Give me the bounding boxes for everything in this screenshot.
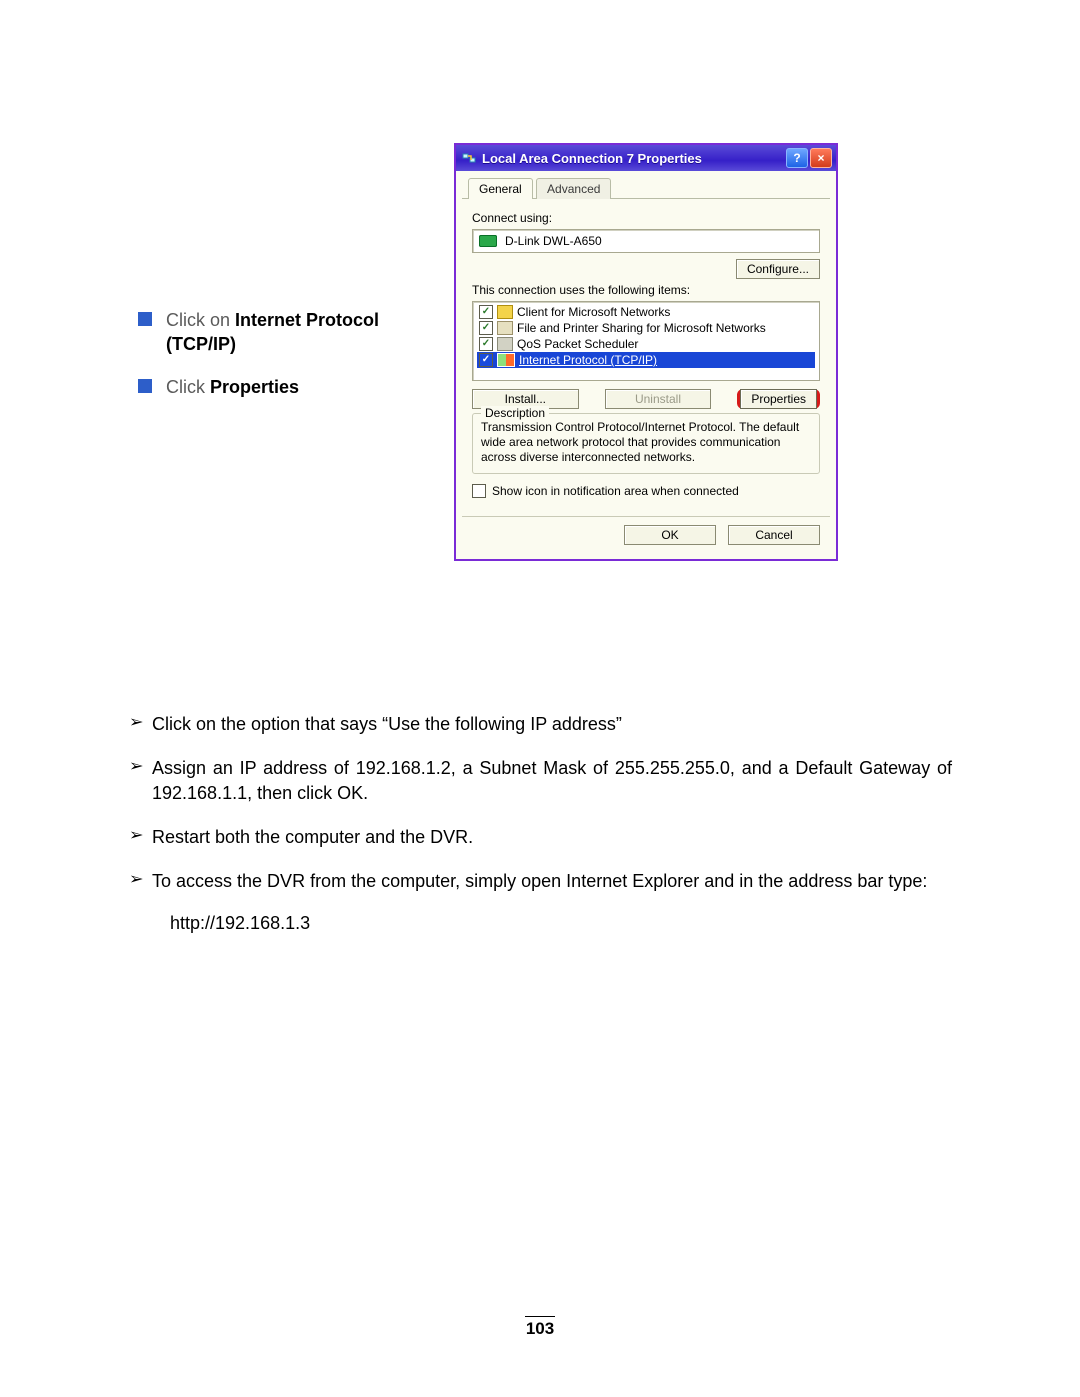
left-bullet: Click Properties [138, 375, 438, 399]
page-footer: 103 [0, 1316, 1080, 1339]
bullet-text: Click on Internet Protocol (TCP/IP) [166, 308, 438, 357]
properties-highlight: Properties [737, 389, 820, 409]
properties-dialog: Local Area Connection 7 Properties ? × G… [454, 143, 838, 561]
description-legend: Description [481, 406, 549, 420]
tab-advanced[interactable]: Advanced [536, 178, 611, 199]
dialog-title: Local Area Connection 7 Properties [482, 151, 784, 166]
tcpip-icon [497, 353, 515, 367]
description-group: Description Transmission Control Protoco… [472, 413, 820, 474]
show-icon-label: Show icon in notification area when conn… [492, 484, 739, 498]
left-bullet: Click on Internet Protocol (TCP/IP) [138, 308, 438, 357]
dialog-footer: OK Cancel [462, 516, 830, 553]
ok-button[interactable]: OK [624, 525, 716, 545]
help-button[interactable]: ? [786, 148, 808, 168]
bullet-square-icon [138, 312, 152, 326]
arrow-icon: ➢ [129, 756, 153, 778]
arrow-icon: ➢ [129, 712, 153, 734]
page-number: 103 [0, 1319, 1080, 1339]
qos-icon [497, 337, 513, 351]
arrow-icon: ➢ [129, 869, 153, 891]
body-instruction-list: ➢ Click on the option that says “Use the… [130, 712, 952, 934]
items-listbox[interactable]: Client for Microsoft Networks File and P… [472, 301, 820, 381]
instruction-text: Restart both the computer and the DVR. [152, 825, 473, 849]
bullet-text: Click Properties [166, 375, 299, 399]
cancel-button[interactable]: Cancel [728, 525, 820, 545]
nic-icon [479, 235, 497, 247]
instruction-text: Assign an IP address of 192.168.1.2, a S… [152, 756, 952, 805]
list-item-label: QoS Packet Scheduler [517, 337, 638, 351]
list-item-label: Client for Microsoft Networks [517, 305, 670, 319]
close-button[interactable]: × [810, 148, 832, 168]
list-item-label: Internet Protocol (TCP/IP) [519, 353, 657, 367]
network-icon [462, 151, 476, 165]
description-text: Transmission Control Protocol/Internet P… [481, 420, 811, 465]
url-line: http://192.168.1.3 [170, 913, 952, 934]
bullet-square-icon [138, 379, 152, 393]
instruction-text: To access the DVR from the computer, sim… [152, 869, 927, 893]
list-item[interactable]: Client for Microsoft Networks [477, 304, 815, 320]
checkbox-icon[interactable] [479, 321, 493, 335]
configure-button[interactable]: Configure... [736, 259, 820, 279]
instruction-text: Click on the option that says “Use the f… [152, 712, 622, 736]
list-item-selected[interactable]: Internet Protocol (TCP/IP) [477, 352, 815, 368]
left-instruction-column: Click on Internet Protocol (TCP/IP) Clic… [138, 308, 438, 417]
checkbox-icon[interactable] [479, 305, 493, 319]
dialog-titlebar[interactable]: Local Area Connection 7 Properties ? × [456, 145, 836, 171]
tab-general[interactable]: General [468, 178, 533, 199]
list-item[interactable]: QoS Packet Scheduler [477, 336, 815, 352]
instruction-item: ➢ Assign an IP address of 192.168.1.2, a… [130, 756, 952, 805]
adapter-field[interactable]: D-Link DWL-A650 [472, 229, 820, 253]
checkbox-icon[interactable] [472, 484, 486, 498]
checkbox-icon[interactable] [479, 337, 493, 351]
share-icon [497, 321, 513, 335]
uninstall-button: Uninstall [605, 389, 712, 409]
properties-button[interactable]: Properties [740, 389, 817, 409]
instruction-item: ➢ To access the DVR from the computer, s… [130, 869, 952, 893]
connect-using-label: Connect using: [472, 211, 820, 225]
checkbox-icon[interactable] [479, 353, 493, 367]
instruction-item: ➢ Restart both the computer and the DVR. [130, 825, 952, 849]
client-icon [497, 305, 513, 319]
footer-rule [525, 1316, 555, 1317]
show-icon-row[interactable]: Show icon in notification area when conn… [472, 484, 820, 498]
instruction-item: ➢ Click on the option that says “Use the… [130, 712, 952, 736]
items-label: This connection uses the following items… [472, 283, 820, 297]
arrow-icon: ➢ [129, 825, 153, 847]
dialog-tabs: General Advanced [462, 177, 830, 199]
adapter-name: D-Link DWL-A650 [505, 234, 602, 248]
list-item-label: File and Printer Sharing for Microsoft N… [517, 321, 766, 335]
list-item[interactable]: File and Printer Sharing for Microsoft N… [477, 320, 815, 336]
